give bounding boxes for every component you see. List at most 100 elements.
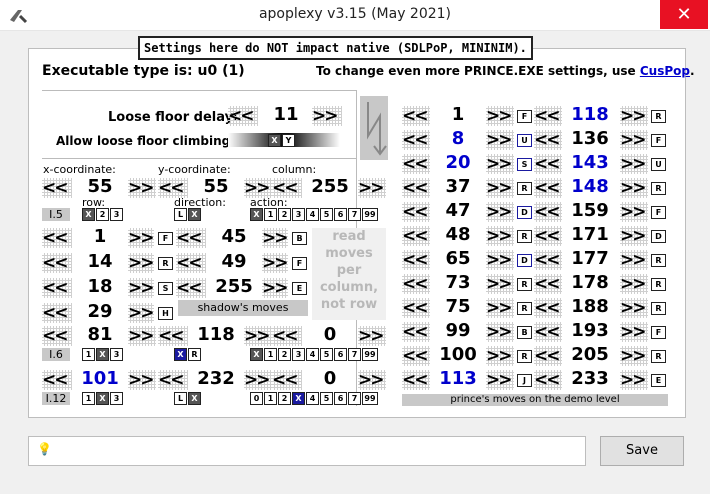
prince-increase-button[interactable]: >> <box>620 322 648 342</box>
y-decrease-button[interactable]: << <box>158 326 188 346</box>
prince-move-key[interactable]: E <box>651 374 666 387</box>
prince-decrease-button[interactable]: << <box>534 370 562 390</box>
row-option[interactable]: X <box>96 348 109 361</box>
shadow-move-key[interactable]: H <box>158 307 173 320</box>
prince-increase-button[interactable]: >> <box>620 298 648 318</box>
y-increase-button[interactable]: >> <box>244 326 272 346</box>
loose-delay-decrease[interactable]: << <box>228 106 258 126</box>
shadow-decrease-button[interactable]: << <box>42 303 72 323</box>
shadow-decrease-button[interactable]: << <box>42 228 72 248</box>
prince-move-key[interactable]: U <box>517 134 532 147</box>
prince-move-key[interactable]: R <box>651 182 666 195</box>
loose-delay-increase[interactable]: >> <box>312 106 342 126</box>
prince-increase-button[interactable]: >> <box>486 322 514 342</box>
shadow-decrease-button[interactable]: << <box>42 253 72 273</box>
prince-decrease-button[interactable]: << <box>402 346 430 366</box>
action-option[interactable]: 6 <box>334 348 347 361</box>
direction-option[interactable]: X <box>188 392 201 405</box>
row-option[interactable]: 3 <box>110 392 123 405</box>
action-option[interactable]: 99 <box>362 348 378 361</box>
action-option[interactable]: 2 <box>278 348 291 361</box>
action-option[interactable]: 99 <box>362 208 378 221</box>
prince-decrease-button[interactable]: << <box>534 202 562 222</box>
action-option[interactable]: 7 <box>348 208 361 221</box>
prince-decrease-button[interactable]: << <box>534 250 562 270</box>
action-option[interactable]: 2 <box>278 392 291 405</box>
direction-option[interactable]: L <box>174 392 187 405</box>
prince-increase-button[interactable]: >> <box>620 274 648 294</box>
prince-increase-button[interactable]: >> <box>486 130 514 150</box>
action-option[interactable]: 4 <box>306 392 319 405</box>
prince-move-key[interactable]: F <box>651 206 666 219</box>
prince-move-key[interactable]: R <box>651 350 666 363</box>
prince-increase-button[interactable]: >> <box>486 106 514 126</box>
prince-increase-button[interactable]: >> <box>620 250 648 270</box>
col-increase-button[interactable]: >> <box>358 178 386 198</box>
shadow-increase-button[interactable]: >> <box>262 253 289 273</box>
prince-decrease-button[interactable]: << <box>402 298 430 318</box>
action-option[interactable]: 5 <box>320 348 333 361</box>
prince-move-key[interactable]: D <box>517 254 532 267</box>
prince-move-key[interactable]: D <box>517 206 532 219</box>
row-option[interactable]: 2 <box>96 208 109 221</box>
prince-increase-button[interactable]: >> <box>486 370 514 390</box>
direction-option[interactable]: X <box>188 208 201 221</box>
prince-decrease-button[interactable]: << <box>402 226 430 246</box>
shadow-move-key[interactable]: E <box>292 282 307 295</box>
col-decrease-button[interactable]: << <box>272 178 302 198</box>
prince-increase-button[interactable]: >> <box>620 154 648 174</box>
climb-yes-option[interactable]: Y <box>282 134 295 147</box>
prince-increase-button[interactable]: >> <box>486 346 514 366</box>
shadow-move-key[interactable]: B <box>292 232 307 245</box>
x-decrease-button[interactable]: << <box>42 178 72 198</box>
prince-move-key[interactable]: F <box>517 110 532 123</box>
action-option[interactable]: 5 <box>320 208 333 221</box>
prince-decrease-button[interactable]: << <box>534 154 562 174</box>
prince-increase-button[interactable]: >> <box>486 298 514 318</box>
action-option[interactable]: 2 <box>278 208 291 221</box>
shadow-increase-button[interactable]: >> <box>128 253 155 273</box>
action-option[interactable]: 1 <box>264 348 277 361</box>
prince-decrease-button[interactable]: << <box>402 322 430 342</box>
cuspop-link[interactable]: CusPop <box>640 64 690 78</box>
shadow-increase-button[interactable]: >> <box>128 303 155 323</box>
prince-move-key[interactable]: R <box>651 278 666 291</box>
prince-move-key[interactable]: R <box>517 350 532 363</box>
prince-decrease-button[interactable]: << <box>402 274 430 294</box>
prince-increase-button[interactable]: >> <box>620 346 648 366</box>
prince-decrease-button[interactable]: << <box>534 346 562 366</box>
prince-increase-button[interactable]: >> <box>486 250 514 270</box>
row-option[interactable]: X <box>82 208 95 221</box>
prince-move-key[interactable]: R <box>517 302 532 315</box>
direction-option[interactable]: R <box>188 348 201 361</box>
col-increase-button[interactable]: >> <box>358 370 386 390</box>
action-option[interactable]: 1 <box>264 208 277 221</box>
shadow-move-key[interactable]: R <box>158 257 173 270</box>
prince-decrease-button[interactable]: << <box>534 322 562 342</box>
prince-increase-button[interactable]: >> <box>620 226 648 246</box>
prince-increase-button[interactable]: >> <box>620 370 648 390</box>
prince-increase-button[interactable]: >> <box>486 226 514 246</box>
prince-move-key[interactable]: R <box>651 110 666 123</box>
prince-increase-button[interactable]: >> <box>486 178 514 198</box>
action-option[interactable]: X <box>292 392 305 405</box>
row-option[interactable]: 3 <box>110 208 123 221</box>
direction-option[interactable]: X <box>174 348 187 361</box>
row-option[interactable]: X <box>96 392 109 405</box>
prince-decrease-button[interactable]: << <box>402 370 430 390</box>
prince-decrease-button[interactable]: << <box>402 178 430 198</box>
prince-move-key[interactable]: B <box>517 326 532 339</box>
col-decrease-button[interactable]: << <box>272 370 302 390</box>
x-increase-button[interactable]: >> <box>128 178 156 198</box>
prince-increase-button[interactable]: >> <box>620 106 648 126</box>
action-option[interactable]: X <box>250 208 263 221</box>
prince-decrease-button[interactable]: << <box>402 130 430 150</box>
prince-move-key[interactable]: F <box>651 134 666 147</box>
shadow-move-key[interactable]: F <box>158 232 173 245</box>
prince-decrease-button[interactable]: << <box>534 106 562 126</box>
direction-option[interactable]: L <box>174 208 187 221</box>
shadow-increase-button[interactable]: >> <box>128 278 155 298</box>
climb-no-option[interactable]: X <box>268 134 281 147</box>
save-button[interactable]: Save <box>600 436 684 466</box>
prince-increase-button[interactable]: >> <box>620 178 648 198</box>
